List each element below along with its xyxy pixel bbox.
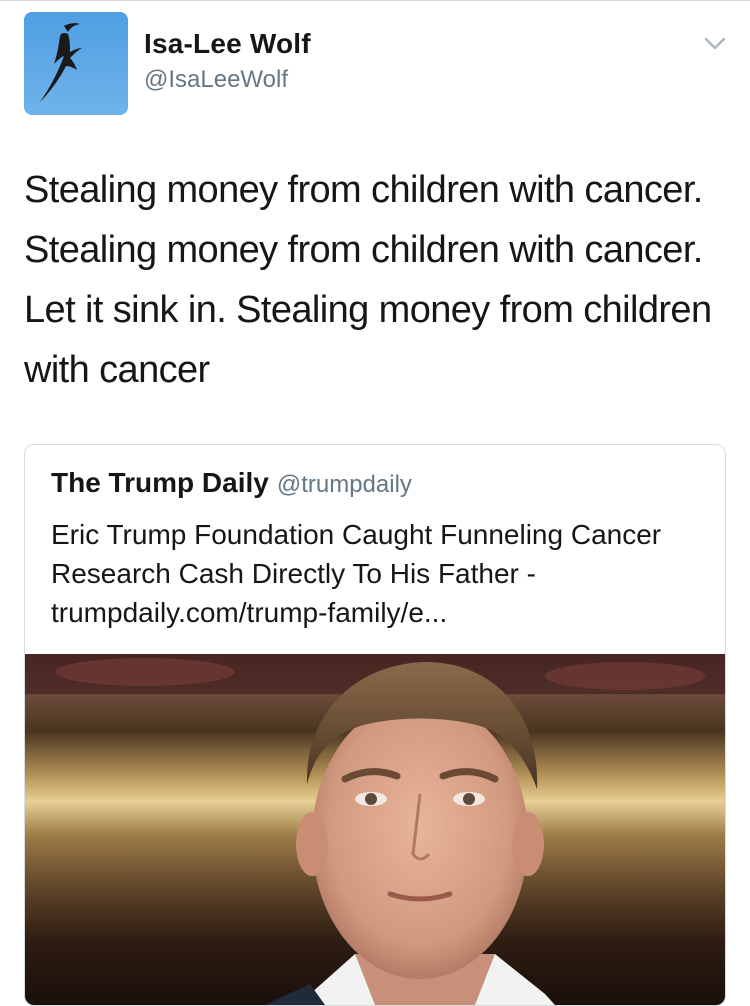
seagull-avatar-icon xyxy=(24,12,128,115)
chevron-down-icon[interactable] xyxy=(704,36,726,52)
quoted-tweet-card[interactable]: The Trump Daily @trumpdaily Eric Trump Fo… xyxy=(24,444,726,1006)
quoted-tweet-body: Eric Trump Foundation Caught Funneling C… xyxy=(51,519,662,589)
quoted-author-handle: @trumpdaily xyxy=(276,471,412,498)
quoted-tweet-text: Eric Trump Foundation Caught Funneling C… xyxy=(51,515,711,632)
tweet-text: Stealing money from children with cancer… xyxy=(24,169,712,391)
quoted-tweet-header: The Trump Daily @trumpdaily xyxy=(51,467,711,499)
quoted-author-name: The Trump Daily xyxy=(51,467,269,498)
top-divider xyxy=(0,0,750,1)
quoted-tweet-link[interactable]: trumpdaily.com/trump-family/e... xyxy=(51,597,447,628)
author-avatar[interactable] xyxy=(24,12,128,115)
quoted-tweet-image[interactable] xyxy=(25,654,725,1005)
author-handle[interactable]: @IsaLeeWolf xyxy=(144,66,288,94)
person-photo-icon xyxy=(25,654,725,1005)
author-display-name[interactable]: Isa-Lee Wolf xyxy=(144,28,311,60)
